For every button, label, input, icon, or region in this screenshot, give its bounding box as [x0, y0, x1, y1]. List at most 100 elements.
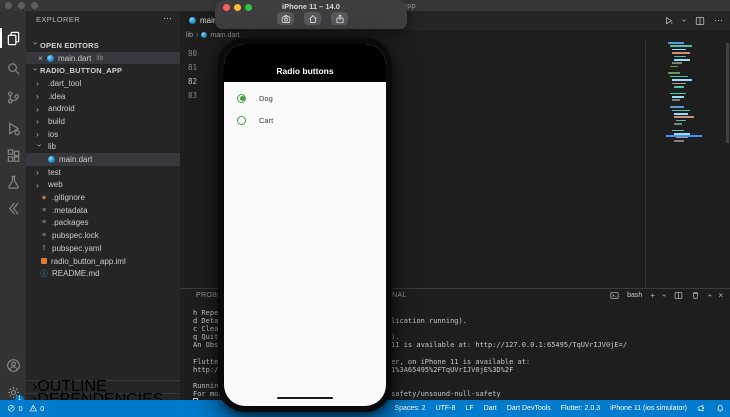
chevron-down-icon[interactable]: › — [680, 19, 689, 22]
tree-item-build[interactable]: › build — [26, 115, 180, 128]
feedback-icon[interactable] — [697, 404, 706, 413]
chevron-right-icon: › — [36, 179, 39, 190]
maximize-panel-icon[interactable]: › — [704, 294, 713, 297]
dependencies-label: DEPENDENCIES — [37, 391, 164, 400]
yaml-file-icon: ! — [42, 244, 46, 252]
home-indicator — [277, 396, 333, 399]
tree-item-test[interactable]: › test — [26, 166, 180, 179]
breadcrumb-file[interactable]: main.dart — [210, 32, 239, 39]
tree-item-pubspec-lock[interactable]: ≡ pubspec.lock — [26, 229, 180, 242]
tree-item-main-dart[interactable]: main.dart — [26, 153, 180, 166]
breadcrumb[interactable]: lib › main.dart — [186, 30, 240, 40]
tree-item-radio-button-app-iml[interactable]: radio_button_app.iml — [26, 255, 180, 268]
status-item-iphone-11-ios-simulator-[interactable]: iPhone 11 (ios simulator) — [610, 405, 687, 412]
tree-item-web[interactable]: › web — [26, 179, 180, 192]
status-item-dart[interactable]: Dart — [484, 405, 497, 412]
extensions-icon[interactable] — [0, 142, 26, 168]
simulator-toolbar — [277, 12, 348, 25]
run-debug-button[interactable] — [664, 16, 674, 26]
explorer-icon[interactable] — [0, 25, 26, 51]
minimap-line — [672, 48, 686, 51]
git-file-icon: ◆ — [41, 195, 47, 202]
chevron-right-icon: › — [36, 103, 39, 114]
home-button[interactable] — [304, 12, 321, 25]
open-editor-main-dart[interactable]: × main.dart lib — [26, 51, 180, 65]
minimap-line — [670, 45, 692, 48]
kill-terminal-icon[interactable] — [691, 291, 700, 300]
new-terminal-icon[interactable]: + — [650, 291, 655, 300]
tree-item-label: .metadata — [52, 205, 88, 215]
status-item-utf-8[interactable]: UTF-8 — [436, 405, 456, 412]
chevron-down-icon: › — [31, 67, 42, 71]
notifications-bell-icon[interactable] — [716, 404, 725, 413]
shell-selector[interactable]: bash — [627, 292, 642, 299]
line-number: 80 — [187, 49, 197, 58]
minimap-line — [672, 79, 692, 81]
simulator-titlebar[interactable]: iPhone 11 – 14.0 — [215, 0, 407, 29]
split-terminal-icon[interactable] — [674, 291, 683, 300]
run-debug-icon[interactable] — [0, 115, 26, 141]
open-editors-label: OPEN EDITORS — [40, 40, 99, 50]
testing-icon[interactable] — [0, 169, 26, 195]
screenshot-button[interactable] — [277, 12, 294, 25]
close-panel-icon[interactable]: × — [718, 291, 723, 300]
minimap-line — [676, 136, 688, 139]
status-item-lf[interactable]: LF — [465, 405, 473, 412]
account-icon[interactable] — [0, 352, 26, 378]
line-number-current: 82 — [187, 77, 197, 86]
minimap-line — [672, 96, 684, 98]
warning-icon — [29, 404, 37, 412]
close-editor-icon[interactable]: × — [36, 54, 45, 63]
search-icon[interactable] — [0, 55, 26, 81]
config-file-icon: ≡ — [41, 232, 47, 240]
activity-bar: 1 — [0, 11, 26, 404]
terminal-dropdown-icon[interactable]: › — [660, 294, 669, 297]
iphone-screen: Radio buttons Dog Cart — [224, 44, 386, 406]
tree-item--dart-tool[interactable]: › .dart_tool — [26, 77, 180, 90]
flutter-outline-icon[interactable] — [0, 195, 26, 221]
open-editors-header[interactable]: › OPEN EDITORS — [26, 39, 180, 52]
minimap-line — [670, 65, 678, 68]
project-root-label: RADIO_BUTTON_APP — [40, 66, 123, 76]
minimap-line — [670, 75, 688, 78]
tree-item-ios[interactable]: › ios — [26, 128, 180, 141]
error-count: 0 — [18, 404, 23, 413]
tree-item-android[interactable]: › android — [26, 102, 180, 115]
minimap-line — [676, 119, 686, 122]
radio-option-label: Cart — [259, 115, 274, 125]
split-editor-button[interactable] — [695, 16, 705, 26]
tree-item-readme-md[interactable]: ⓘ README.md — [26, 267, 180, 280]
minimap[interactable] — [668, 42, 700, 143]
dart-file-icon — [47, 54, 54, 62]
tree-item-lib[interactable]: › lib — [26, 141, 180, 154]
dependencies-section-header[interactable]: › DEPENDENCIES — [26, 391, 180, 400]
status-item-flutter-2-0-3[interactable]: Flutter: 2.0.3 — [561, 405, 600, 412]
tree-item-pubspec-yaml[interactable]: ! pubspec.yaml — [26, 242, 180, 255]
sidebar-more-actions-icon[interactable]: ⋯ — [163, 13, 172, 24]
radio-unselected-icon[interactable] — [237, 115, 246, 125]
tree-item--metadata[interactable]: ≡ .metadata — [26, 204, 180, 217]
problems-status[interactable]: 0 0 — [7, 400, 44, 417]
minimap-line — [672, 109, 690, 112]
minimap-line — [672, 62, 682, 64]
tree-item--gitignore[interactable]: ◆ .gitignore — [26, 191, 180, 204]
tree-item-label: android — [48, 104, 75, 114]
more-actions-icon[interactable]: ⋯ — [714, 15, 723, 26]
share-button[interactable] — [331, 12, 348, 25]
project-root-header[interactable]: › RADIO_BUTTON_APP — [26, 64, 180, 77]
tree-item-label: .packages — [52, 218, 89, 228]
tree-item-label: main.dart — [59, 155, 93, 165]
breadcrumb-folder[interactable]: lib — [186, 32, 193, 39]
tree-item--idea[interactable]: › .idea — [26, 90, 180, 103]
status-item-dart-devtools[interactable]: Dart DevTools — [507, 405, 551, 412]
tree-item-label: README.md — [52, 269, 100, 279]
tree-item--packages[interactable]: ≡ .packages — [26, 217, 180, 230]
radio-selected-icon[interactable] — [237, 93, 246, 103]
editor-scrollbar[interactable] — [726, 43, 729, 143]
status-item-spaces-2[interactable]: Spaces: 2 — [394, 405, 425, 412]
minimap-line — [672, 99, 680, 102]
source-control-icon[interactable] — [0, 84, 26, 110]
radio-option-dog[interactable]: Dog — [224, 87, 386, 109]
radio-option-cart[interactable]: Cart — [224, 109, 386, 131]
open-editor-folder: lib — [96, 54, 104, 62]
